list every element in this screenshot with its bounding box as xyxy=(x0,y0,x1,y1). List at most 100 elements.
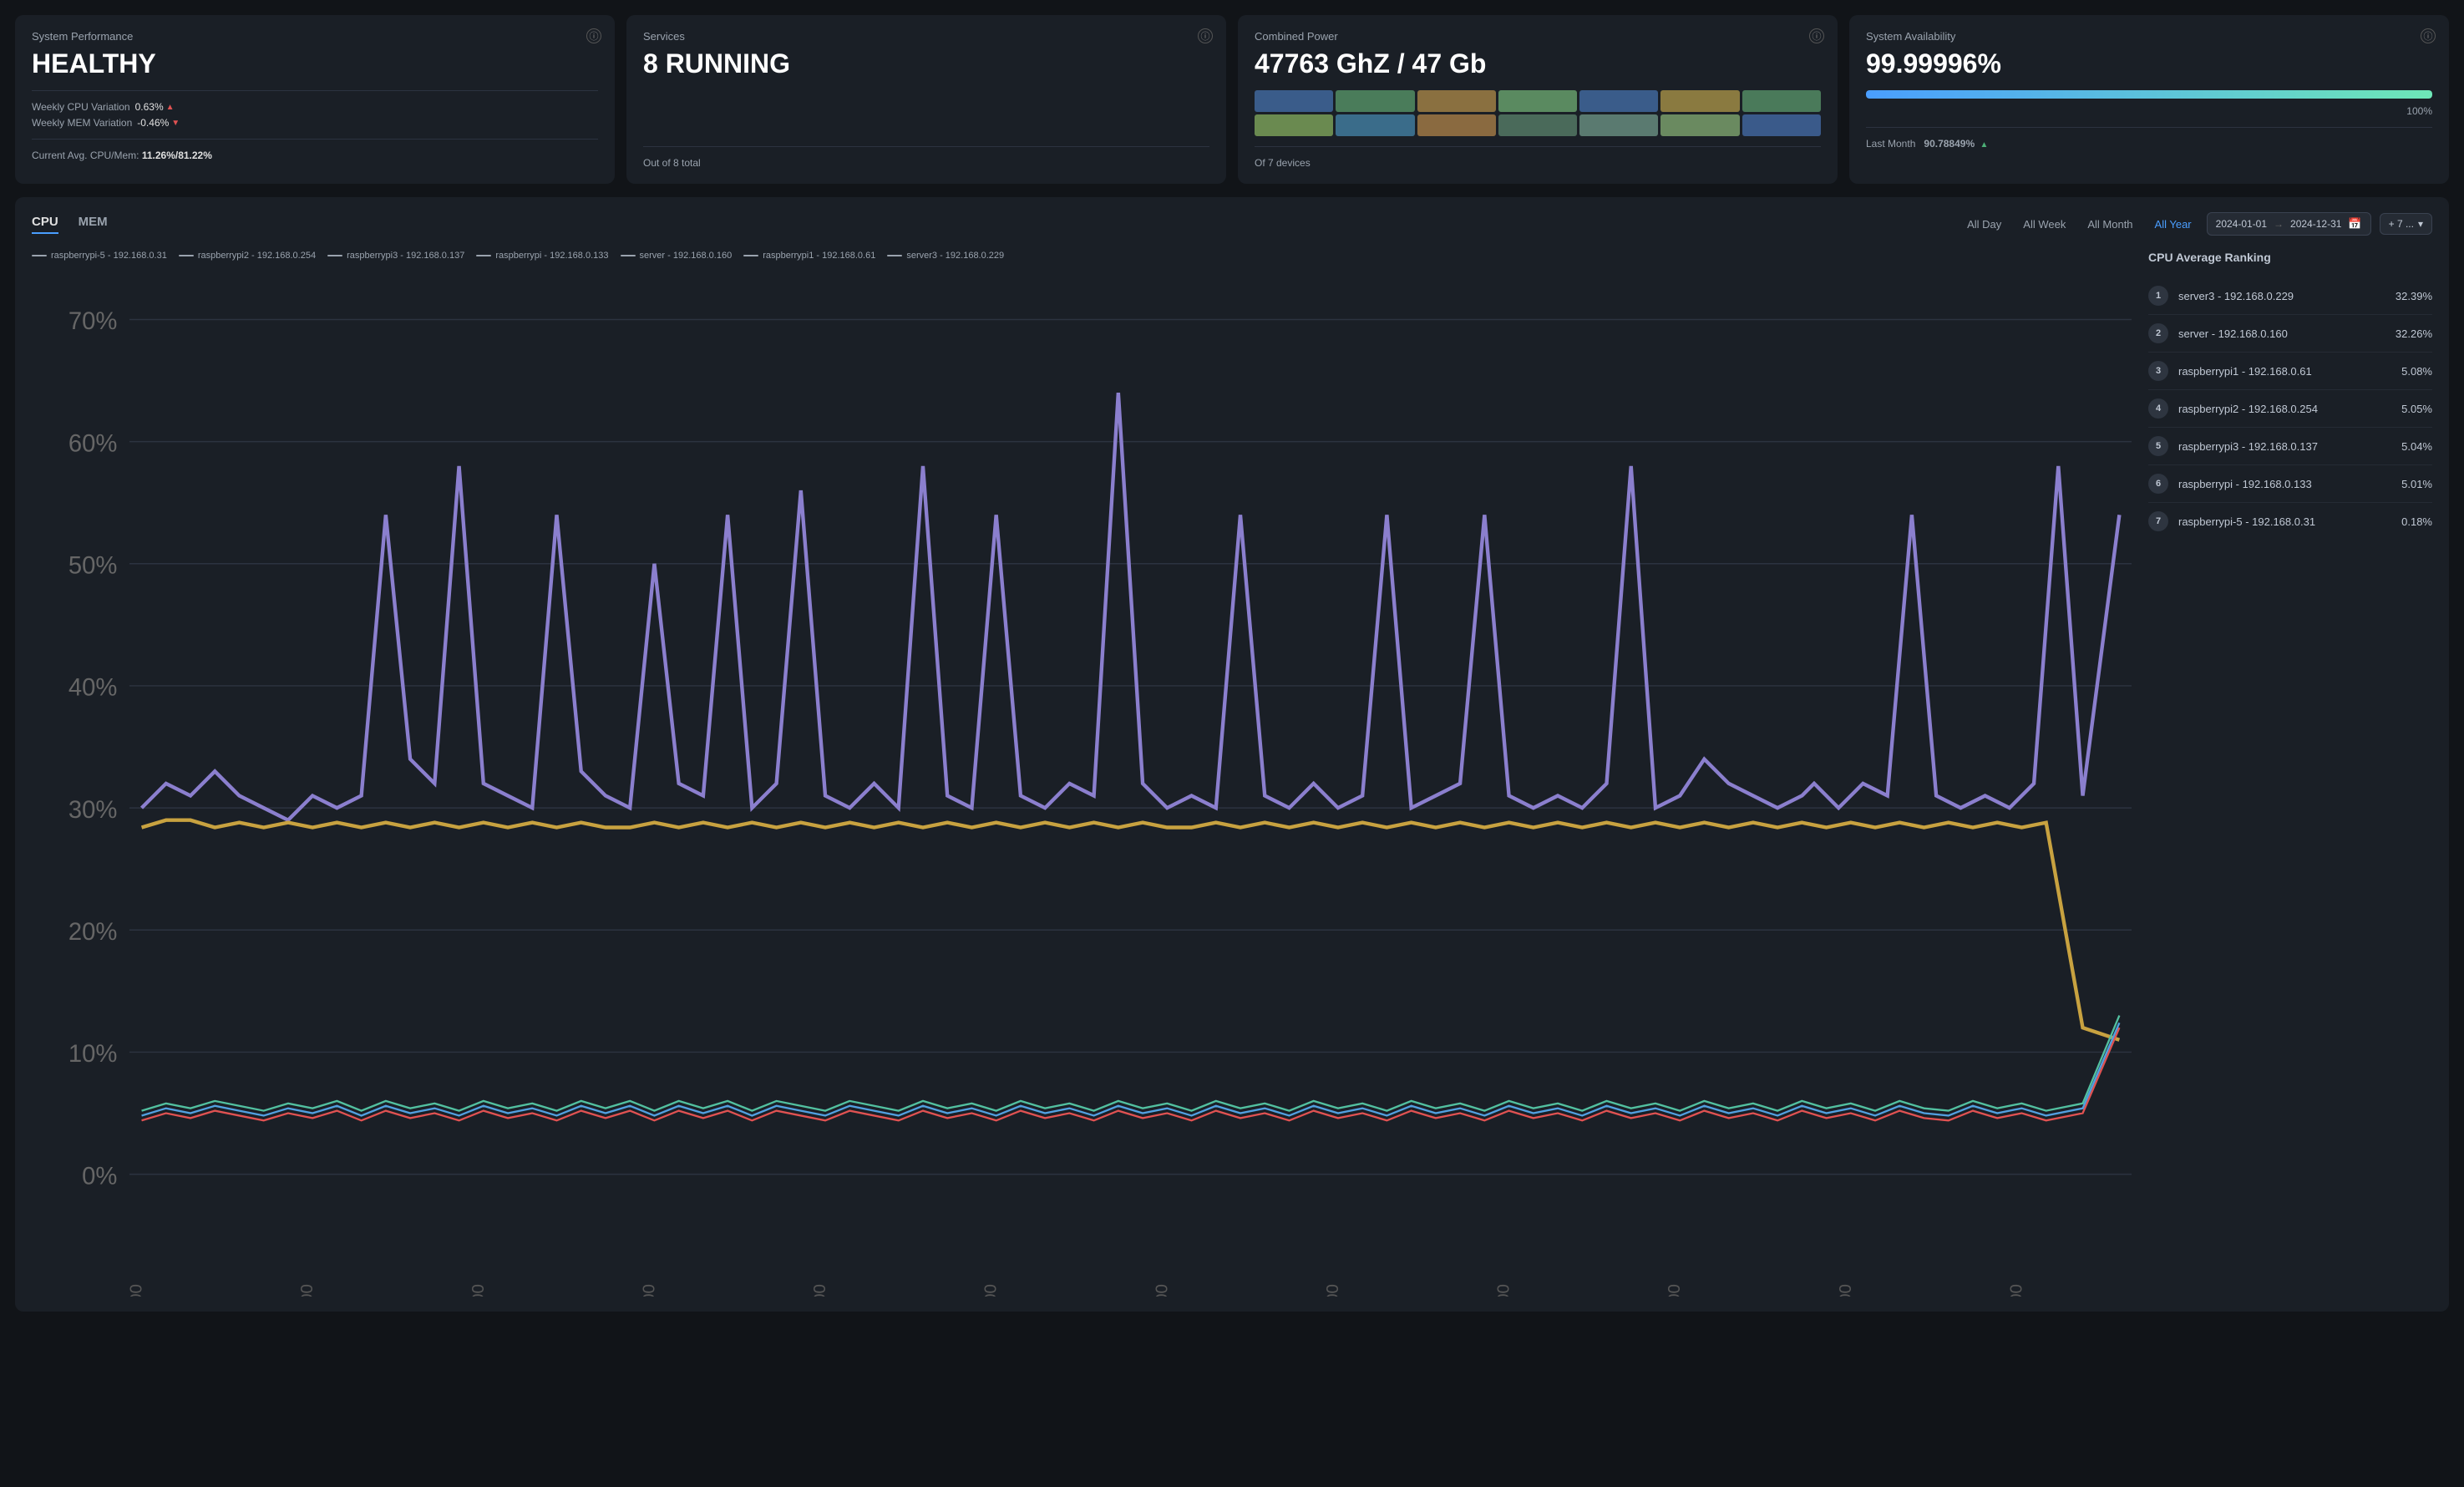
avail-status: 99.99996% xyxy=(1866,49,2432,79)
rank-value-5: 5.04% xyxy=(2401,440,2432,453)
availability-card: System Availability ⓘ 99.99996% 100% Las… xyxy=(1849,15,2449,184)
info-icon-avail[interactable]: ⓘ xyxy=(2421,28,2436,43)
info-icon-services[interactable]: ⓘ xyxy=(1198,28,1213,43)
info-icon-perf[interactable]: ⓘ xyxy=(586,28,601,43)
legend-color-7 xyxy=(887,255,902,256)
tab-cpu[interactable]: CPU xyxy=(32,215,58,234)
btn-all-day[interactable]: All Day xyxy=(1960,215,2008,234)
svg-text:2024-05-17 08:00:00: 2024-05-17 08:00:00 xyxy=(1323,1284,1342,1297)
btn-all-year[interactable]: All Year xyxy=(2148,215,2198,234)
legend-item-7: server3 - 192.168.0.229 xyxy=(887,251,1004,261)
last-month-label: Last Month xyxy=(1866,138,1915,150)
perf-footer: Current Avg. CPU/Mem: 11.26%/81.22% xyxy=(32,150,598,161)
system-performance-card: System Performance ⓘ HEALTHY Weekly CPU … xyxy=(15,15,615,184)
calendar-icon: 📅 xyxy=(2348,217,2361,231)
services-divider xyxy=(643,146,1209,147)
legend-color-1 xyxy=(32,255,47,256)
card-title-perf: System Performance xyxy=(32,30,598,43)
filter-button[interactable]: + 7 ... ▾ xyxy=(2380,213,2432,235)
avail-bar-label: 100% xyxy=(1866,105,2432,117)
svg-text:2024-05-21 00:00:00: 2024-05-21 00:00:00 xyxy=(1665,1284,1684,1297)
ranking-item-2: 2 server - 192.168.0.160 32.26% xyxy=(2148,315,2432,353)
svg-text:2024-05-11 20:00:00: 2024-05-11 20:00:00 xyxy=(810,1284,829,1297)
rank-badge-3: 3 xyxy=(2148,361,2168,381)
last-month-trend-icon: ▲ xyxy=(1980,140,1988,150)
mem-trend-icon: ▼ xyxy=(171,119,180,128)
tabs: CPU MEM xyxy=(32,215,108,234)
avail-footer: Last Month 90.78849% ▲ xyxy=(1866,138,2432,150)
date-end: 2024-12-31 xyxy=(2290,218,2341,230)
legend-color-2 xyxy=(179,255,194,256)
svg-text:50%: 50% xyxy=(68,553,117,580)
mem-variation-row: Weekly MEM Variation -0.46% ▼ xyxy=(32,117,598,129)
svg-text:2024-05-10 00:00:00: 2024-05-10 00:00:00 xyxy=(639,1284,658,1297)
legend-color-3 xyxy=(327,255,342,256)
rank-badge-7: 7 xyxy=(2148,511,2168,531)
legend-label-3: raspberrypi3 - 192.168.0.137 xyxy=(347,251,464,261)
rank-value-7: 0.18% xyxy=(2401,515,2432,528)
legend-item-2: raspberrypi2 - 192.168.0.254 xyxy=(179,251,316,261)
chart-area: raspberrypi-5 - 192.168.0.31 raspberrypi… xyxy=(32,251,2132,1297)
avail-bar-container xyxy=(1866,90,2432,99)
ranking-item-3: 3 raspberrypi1 - 192.168.0.61 5.08% xyxy=(2148,353,2432,390)
rank-name-6: raspberrypi - 192.168.0.133 xyxy=(2178,478,2391,490)
top-cards: System Performance ⓘ HEALTHY Weekly CPU … xyxy=(15,15,2449,184)
rank-name-4: raspberrypi2 - 192.168.0.254 xyxy=(2178,403,2391,415)
svg-text:60%: 60% xyxy=(68,431,117,458)
rank-name-3: raspberrypi1 - 192.168.0.61 xyxy=(2178,365,2391,378)
ranking-item-1: 1 server3 - 192.168.0.229 32.39% xyxy=(2148,277,2432,315)
date-separator: → xyxy=(2274,218,2284,230)
svg-text:20%: 20% xyxy=(68,919,117,946)
svg-text:2024-05-15 12:00:00: 2024-05-15 12:00:00 xyxy=(1152,1284,1171,1297)
rank-value-3: 5.08% xyxy=(2401,365,2432,378)
legend-item-6: raspberrypi1 - 192.168.0.61 xyxy=(743,251,875,261)
svg-text:30%: 30% xyxy=(68,797,117,824)
power-footer: Of 7 devices xyxy=(1255,157,1821,169)
cpu-variation-label: Weekly CPU Variation xyxy=(32,101,130,113)
rank-badge-5: 5 xyxy=(2148,436,2168,456)
main-panel: CPU MEM All Day All Week All Month All Y… xyxy=(15,197,2449,1312)
cpu-variation-row: Weekly CPU Variation 0.63% ▲ xyxy=(32,101,598,113)
perf-status: HEALTHY xyxy=(32,49,598,79)
tab-mem[interactable]: MEM xyxy=(79,215,108,234)
legend-color-6 xyxy=(743,255,758,256)
services-status: 8 RUNNING xyxy=(643,49,1209,79)
divider2 xyxy=(32,139,598,140)
services-footer: Out of 8 total xyxy=(643,157,1209,169)
chart-svg-wrapper: 70% 60% 50% 40% 30% 20% 10% 0% xyxy=(32,271,2132,1297)
card-title-services: Services xyxy=(643,30,1209,43)
rank-name-5: raspberrypi3 - 192.168.0.137 xyxy=(2178,440,2391,453)
avail-bar-fill xyxy=(1866,90,2432,99)
legend-item-1: raspberrypi-5 - 192.168.0.31 xyxy=(32,251,167,261)
cpu-variation-value: 0.63% xyxy=(135,101,164,113)
ranking-item-6: 6 raspberrypi - 192.168.0.133 5.01% xyxy=(2148,465,2432,503)
combined-power-card: Combined Power ⓘ 47763 GhZ / 47 Gb Of 7 … xyxy=(1238,15,1838,184)
chart-section: raspberrypi-5 - 192.168.0.31 raspberrypi… xyxy=(32,251,2432,1297)
svg-text:2024-05-23 20:00:00: 2024-05-23 20:00:00 xyxy=(1836,1284,1855,1297)
btn-all-week[interactable]: All Week xyxy=(2016,215,2072,234)
legend-label-5: server - 192.168.0.160 xyxy=(640,251,733,261)
services-chart xyxy=(643,90,1209,136)
ranking-title: CPU Average Ranking xyxy=(2148,251,2432,264)
legend-item-5: server - 192.168.0.160 xyxy=(621,251,733,261)
legend-label-6: raspberrypi1 - 192.168.0.61 xyxy=(763,251,875,261)
avail-divider xyxy=(1866,127,2432,128)
rank-value-4: 5.05% xyxy=(2401,403,2432,415)
chart-legend: raspberrypi-5 - 192.168.0.31 raspberrypi… xyxy=(32,251,2132,261)
svg-text:10%: 10% xyxy=(68,1041,117,1068)
mem-variation-label: Weekly MEM Variation xyxy=(32,117,132,129)
info-icon-power[interactable]: ⓘ xyxy=(1809,28,1824,43)
mem-variation-value: -0.46% xyxy=(137,117,169,129)
legend-color-4 xyxy=(476,255,491,256)
chevron-down-icon: ▾ xyxy=(2418,218,2423,230)
date-range-picker[interactable]: 2024-01-01 → 2024-12-31 📅 xyxy=(2207,212,2371,236)
rank-value-1: 32.39% xyxy=(2396,290,2432,302)
last-month-value: 90.78849% xyxy=(1924,138,1975,150)
filter-label: + 7 ... xyxy=(2389,218,2414,230)
svg-text:2024-04-20 08:00:00: 2024-04-20 08:00:00 xyxy=(297,1284,317,1297)
svg-text:0%: 0% xyxy=(82,1163,117,1190)
svg-text:2024-05-19 04:00:00: 2024-05-19 04:00:00 xyxy=(1494,1284,1513,1297)
legend-label-7: server3 - 192.168.0.229 xyxy=(906,251,1004,261)
btn-all-month[interactable]: All Month xyxy=(2081,215,2139,234)
rank-badge-4: 4 xyxy=(2148,398,2168,419)
